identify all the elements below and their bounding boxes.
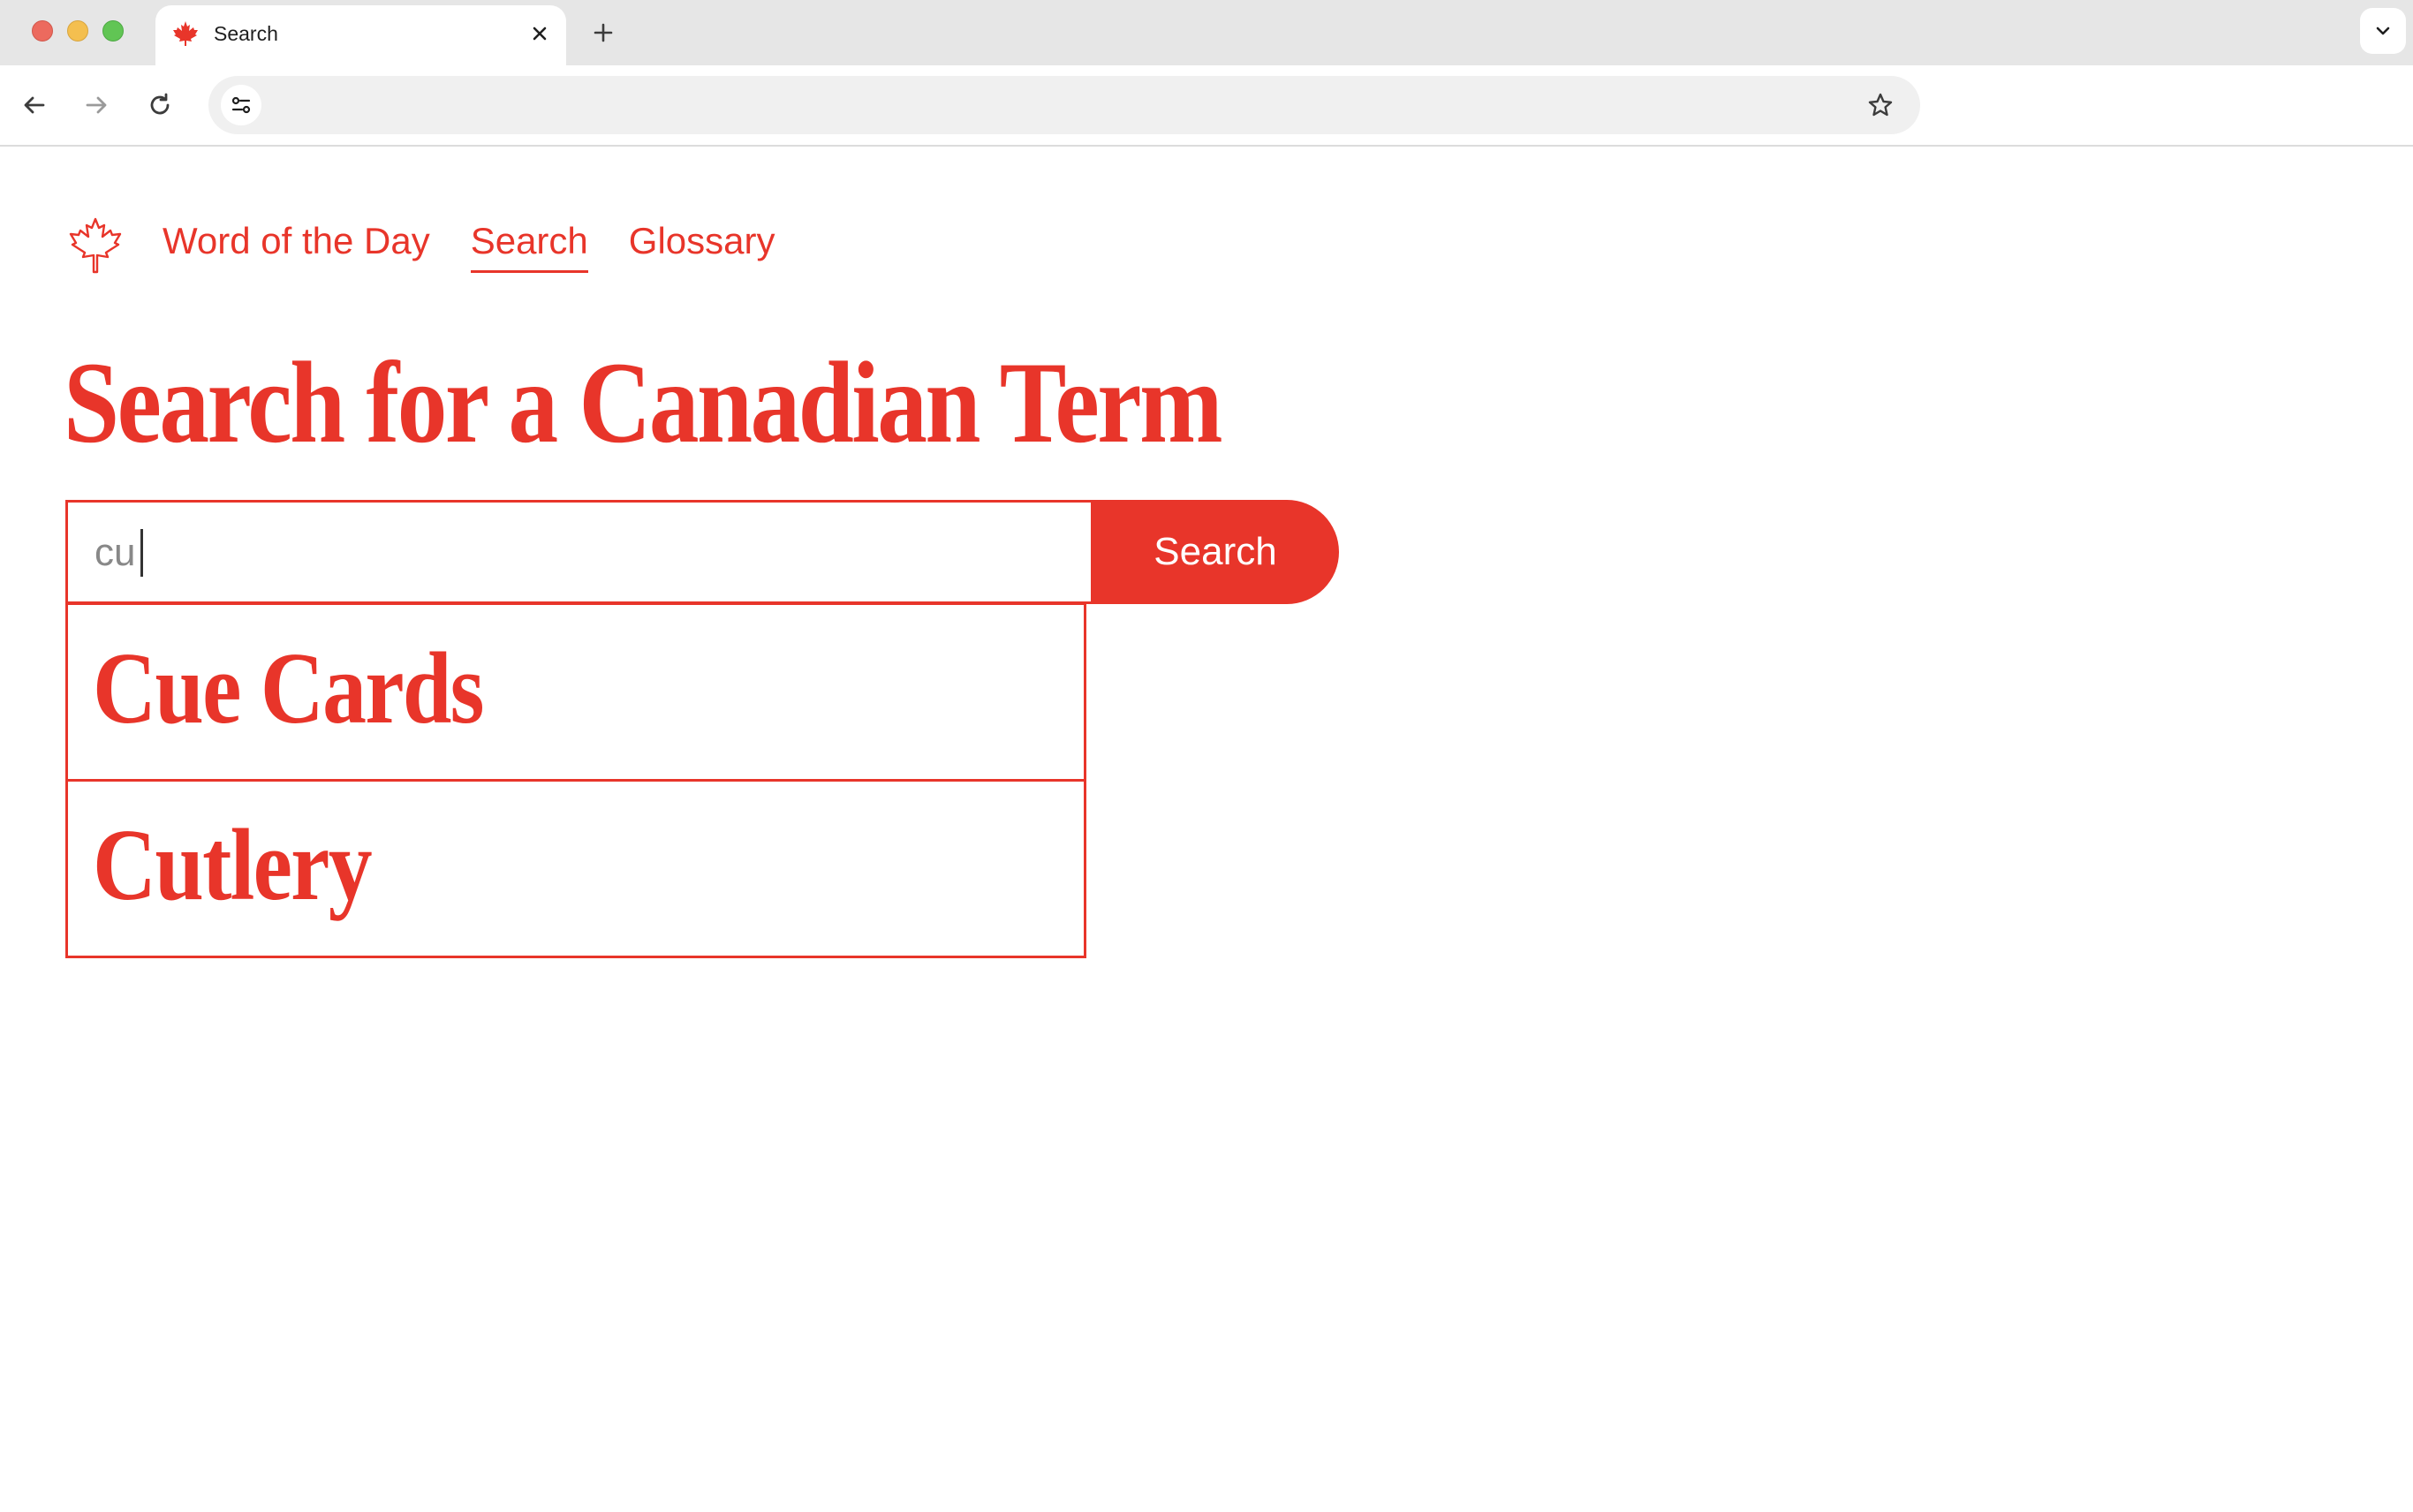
nav-glossary[interactable]: Glossary — [629, 219, 775, 273]
autocomplete-item-label: Cutlery — [93, 809, 373, 922]
close-icon[interactable] — [526, 19, 554, 48]
reload-icon[interactable] — [140, 85, 180, 125]
autocomplete-item-label: Cue Cards — [93, 632, 484, 745]
browser-tab-bar: Search — [0, 0, 2413, 65]
browser-tab-active[interactable]: Search — [155, 5, 566, 65]
nav-word-of-the-day[interactable]: Word of the Day — [163, 219, 430, 273]
search-input[interactable] — [95, 524, 1066, 582]
text-caret — [140, 529, 143, 577]
maple-leaf-icon — [171, 19, 200, 48]
star-icon[interactable] — [1864, 88, 1897, 122]
page-content: Word of the Day Search Glossary Search f… — [0, 147, 2413, 1512]
address-bar[interactable] — [208, 76, 1920, 134]
window-zoom-button[interactable] — [102, 20, 124, 42]
autocomplete-list: Cue Cards Cutlery — [65, 602, 1086, 958]
plus-icon[interactable] — [586, 16, 620, 49]
arrow-left-icon[interactable] — [14, 85, 55, 125]
browser-toolbar — [0, 65, 2413, 147]
tab-title: Search — [214, 22, 278, 45]
tune-icon[interactable] — [221, 85, 261, 125]
page-title: Search for a Canadian Term — [64, 337, 1223, 467]
search-field[interactable] — [65, 500, 1093, 604]
autocomplete-item[interactable]: Cue Cards — [68, 602, 1084, 779]
maple-leaf-outline-icon[interactable] — [65, 215, 125, 276]
site-navigation: Word of the Day Search Glossary — [163, 219, 775, 273]
chevron-down-icon[interactable] — [2360, 8, 2406, 54]
arrow-right-icon[interactable] — [76, 85, 117, 125]
nav-search[interactable]: Search — [470, 219, 588, 273]
window-close-button[interactable] — [32, 20, 53, 42]
autocomplete-item[interactable]: Cutlery — [68, 779, 1084, 956]
search-button[interactable]: Search — [1092, 500, 1339, 604]
window-minimize-button[interactable] — [67, 20, 88, 42]
address-input[interactable] — [279, 85, 1837, 127]
